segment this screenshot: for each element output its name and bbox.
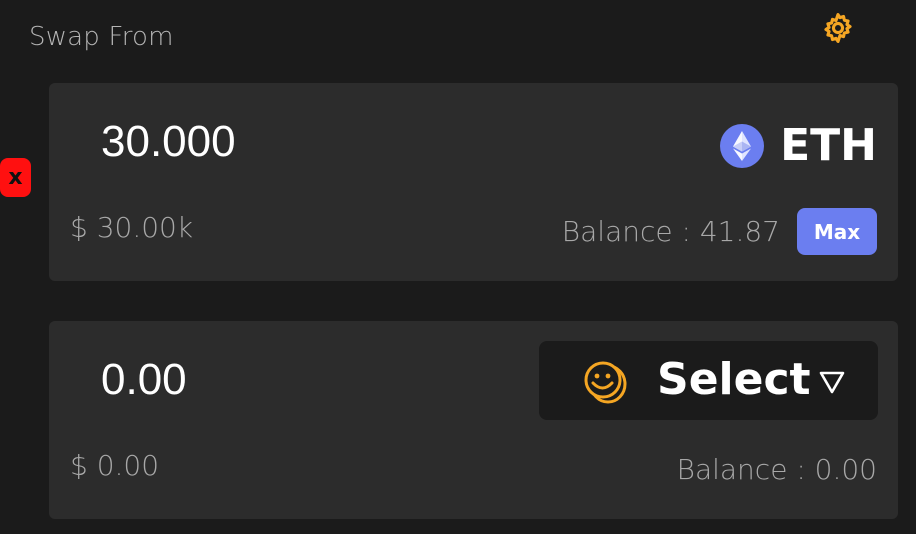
smiley-coin-icon	[584, 361, 627, 404]
from-token-symbol: ETH	[780, 120, 877, 171]
to-usd-value: $ 0.00	[70, 449, 160, 482]
select-token-label: Select	[657, 354, 811, 405]
remove-button[interactable]: x	[0, 158, 31, 197]
ethereum-icon	[720, 123, 765, 168]
settings-button[interactable]	[819, 9, 857, 47]
from-usd-value: $ 30.00k	[70, 211, 194, 244]
from-amount-input[interactable]	[101, 117, 461, 167]
swap-from-card: $ 30.00k ETH Balance : 41.87 Max	[49, 83, 898, 281]
select-token-button[interactable]: Select	[539, 341, 878, 420]
max-button[interactable]: Max	[797, 208, 877, 255]
page-title: Swap From	[29, 22, 174, 52]
to-amount-input[interactable]	[101, 355, 461, 405]
to-balance: Balance : 0.00	[676, 453, 877, 486]
from-token-selector[interactable]: ETH	[719, 120, 877, 171]
chevron-down-icon	[819, 371, 845, 394]
swap-panel: Swap From x $ 30.00k ETH Balance	[0, 0, 916, 534]
gear-icon	[824, 12, 852, 44]
swap-to-card: $ 0.00 Select Balance : 0.00	[49, 321, 898, 519]
from-balance: Balance : 41.87	[561, 215, 780, 248]
